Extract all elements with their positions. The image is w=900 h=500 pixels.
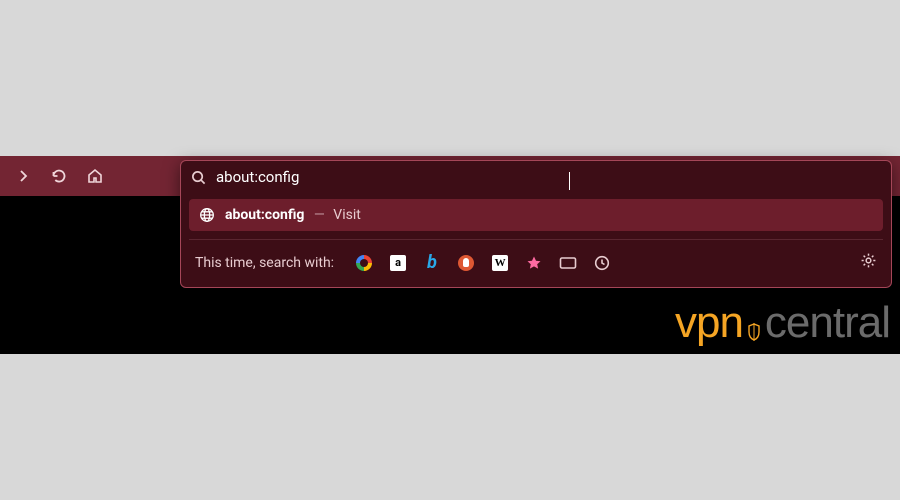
suggestion-action: Visit <box>333 207 361 223</box>
google-icon <box>356 255 372 271</box>
engine-amazon[interactable] <box>388 253 408 273</box>
text-cursor <box>569 172 570 190</box>
suggestion-separator: — <box>314 207 324 223</box>
amazon-icon <box>390 255 406 271</box>
engine-history[interactable] <box>592 253 612 273</box>
home-icon <box>87 168 103 184</box>
reload-button[interactable] <box>44 161 74 191</box>
browser-region: about:config — Visit This time, search w… <box>0 156 900 354</box>
reload-icon <box>51 168 67 184</box>
wikipedia-icon <box>492 255 508 271</box>
home-button[interactable] <box>80 161 110 191</box>
engine-tabs[interactable] <box>558 253 578 273</box>
suggestion-text: about:config <box>225 207 304 223</box>
engine-bing[interactable] <box>422 253 442 273</box>
engine-wikipedia[interactable] <box>490 253 510 273</box>
search-engines-row: This time, search with: <box>181 240 891 287</box>
search-icon <box>191 170 206 185</box>
engines-label: This time, search with: <box>195 255 334 271</box>
watermark-shield-icon <box>745 319 763 337</box>
arrow-right-icon <box>15 168 31 184</box>
gear-icon <box>860 252 877 269</box>
watermark-part2: central <box>765 298 890 348</box>
forward-button[interactable] <box>8 161 38 191</box>
bookmarks-star-icon <box>526 255 542 271</box>
suggestion-visit[interactable]: about:config — Visit <box>189 199 883 231</box>
engine-duckduckgo[interactable] <box>456 253 476 273</box>
bing-icon <box>427 252 437 273</box>
urlbar-input-row[interactable] <box>181 161 891 193</box>
duckduckgo-icon <box>458 255 474 271</box>
engine-bookmarks[interactable] <box>524 253 544 273</box>
search-settings-button[interactable] <box>860 252 877 273</box>
globe-icon <box>199 207 215 223</box>
tabs-icon <box>559 256 577 270</box>
urlbar-dropdown: about:config — Visit This time, search w… <box>180 160 892 288</box>
watermark-logo: vpn central <box>675 298 890 348</box>
address-bar-input[interactable] <box>216 168 881 186</box>
watermark-part1: vpn <box>675 298 743 348</box>
history-icon <box>594 255 610 271</box>
engine-google[interactable] <box>354 253 374 273</box>
suggestions-list: about:config — Visit <box>181 193 891 231</box>
